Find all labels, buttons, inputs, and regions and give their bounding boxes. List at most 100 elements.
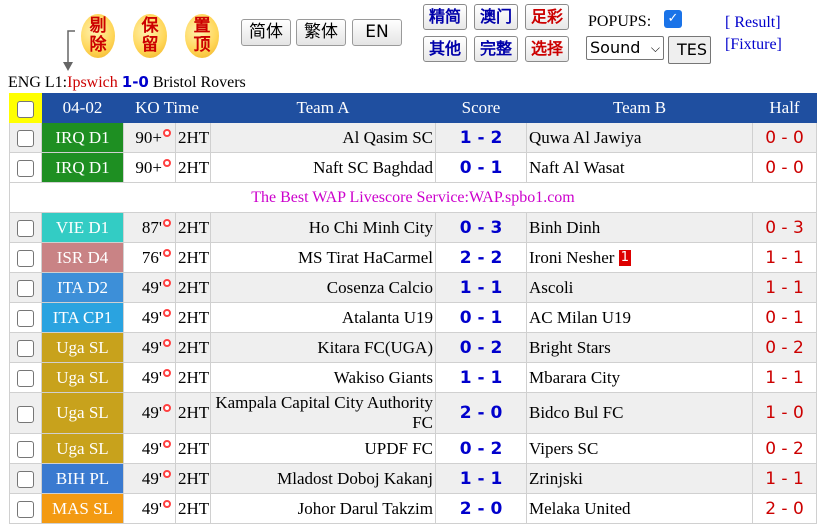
league-badge[interactable]: IRQ D1 [41,122,124,153]
select-all-checkbox[interactable] [17,100,34,118]
table-row[interactable]: IRQ D1 90+ 2HT Naft SC Baghdad 0 - 1 Naft Al … [9,152,817,183]
fixture-link[interactable]: [Fixture] [725,36,782,54]
filter-select-button[interactable]: 选择 [525,36,569,62]
match-minute: 49' [123,332,176,363]
test-button[interactable]: TES [668,36,711,64]
minute-value: 90+ [135,157,162,177]
table-row[interactable]: Uga SL 49' 2HT Kitara FC(UGA) 0 - 2 Bright St… [9,332,817,363]
table-row[interactable]: VIE D1 87' 2HT Ho Chi Minh City 0 - 3 Binh Di… [9,212,817,243]
match-score[interactable]: 0 - 2 [435,433,527,464]
match-score[interactable]: 2 - 0 [435,493,527,524]
table-row[interactable]: MAS SL 49' 2HT Johor Darul Takzim 2 - 0 Melak… [9,493,817,524]
team-b-name: Vipers SC [529,438,599,458]
match-score[interactable]: 0 - 1 [435,302,527,333]
league-badge[interactable]: ITA D2 [41,272,124,303]
row-select-cell[interactable] [9,212,42,243]
select-all-cell[interactable] [9,93,42,123]
row-select-cell[interactable] [9,242,42,273]
match-minute: 49' [123,493,176,524]
row-checkbox[interactable] [17,220,34,238]
league-badge[interactable]: ITA CP1 [41,302,124,333]
simplified-chinese-button[interactable]: 简体 [241,19,291,46]
league-badge[interactable]: Uga SL [41,433,124,464]
row-checkbox[interactable] [17,501,34,519]
team-b-name: Bidco Bul FC [529,403,624,422]
row-checkbox[interactable] [17,130,34,148]
popups-checkbox[interactable]: ✓ [664,10,682,28]
table-row[interactable]: BIH PL 49' 2HT Mladost Doboj Kakanj 1 - 1 Zri… [9,463,817,494]
row-select-cell[interactable] [9,493,42,524]
filter-full-button[interactable]: 完整 [474,36,518,62]
row-select-cell[interactable] [9,362,42,393]
row-select-cell[interactable] [9,332,42,363]
table-row[interactable]: ISR D4 76' 2HT MS Tirat HaCarmel 2 - 2 Ironi … [9,242,817,273]
league-badge[interactable]: ISR D4 [41,242,124,273]
table-header: 04-02 KO Time Team A Score Team B Half [9,93,817,123]
match-score[interactable]: 2 - 2 [435,242,527,273]
league-badge[interactable]: Uga SL [41,362,124,393]
traditional-chinese-button[interactable]: 繁体 [296,19,346,46]
league-badge[interactable]: IRQ D1 [41,152,124,183]
match-score[interactable]: 0 - 3 [435,212,527,243]
filter-lite-button[interactable]: 精简 [423,4,467,30]
filter-macau-button[interactable]: 澳门 [474,4,518,30]
row-checkbox[interactable] [17,405,34,423]
row-checkbox[interactable] [17,340,34,358]
match-score[interactable]: 0 - 2 [435,332,527,363]
table-row[interactable]: Uga SL 49' 2HT UPDF FC 0 - 2 Vipers SC 0 - 2 [9,433,817,464]
table-row[interactable]: Uga SL 49' 2HT Kampala Capital City Authori… [9,392,817,434]
row-select-cell[interactable] [9,463,42,494]
minute-value: 87' [141,217,162,237]
row-checkbox[interactable] [17,250,34,268]
pin-top-button[interactable]: 置顶 [185,14,219,58]
match-minute: 76' [123,242,176,273]
row-checkbox[interactable] [17,370,34,388]
match-minute: 49' [123,433,176,464]
row-checkbox[interactable] [17,310,34,328]
league-badge[interactable]: Uga SL [41,392,124,434]
ad-banner-text[interactable]: The Best WAP Livescore Service:WAP.spbo1… [9,182,817,213]
league-badge[interactable]: BIH PL [41,463,124,494]
result-link[interactable]: [ Result] [725,14,781,32]
filter-lottery-button[interactable]: 足彩 [525,4,569,30]
row-select-cell[interactable] [9,272,42,303]
row-select-cell[interactable] [9,122,42,153]
match-score[interactable]: 1 - 1 [435,362,527,393]
league-badge[interactable]: MAS SL [41,493,124,524]
row-checkbox[interactable] [17,441,34,459]
score-header: Score [435,93,527,123]
remove-button[interactable]: 剔除 [81,14,115,58]
arrow-down-icon [63,30,75,71]
team-b-name: Mbarara City [529,367,621,387]
table-row[interactable]: Uga SL 49' 2HT Wakiso Giants 1 - 1 Mbarara Ci… [9,362,817,393]
row-checkbox[interactable] [17,160,34,178]
table-row[interactable]: IRQ D1 90+ 2HT Al Qasim SC 1 - 2 Quwa Al Jawi… [9,122,817,153]
minute-value: 49' [141,337,162,357]
row-select-cell[interactable] [9,302,42,333]
row-select-cell[interactable] [9,433,42,464]
minute-value: 49' [141,367,162,387]
team-a: MS Tirat HaCarmel [210,242,436,273]
half-time-score: 1 - 0 [752,392,817,434]
row-select-cell[interactable] [9,152,42,183]
row-checkbox[interactable] [17,280,34,298]
match-score[interactable]: 0 - 1 [435,152,527,183]
row-select-cell[interactable] [9,392,42,434]
table-row[interactable]: ITA CP1 49' 2HT Atalanta U19 0 - 1 AC Milan U… [9,302,817,333]
match-score[interactable]: 1 - 2 [435,122,527,153]
team-b: Quwa Al Jawiya [526,122,753,153]
league-badge[interactable]: VIE D1 [41,212,124,243]
filter-other-button[interactable]: 其他 [423,36,467,62]
keep-button[interactable]: 保留 [133,14,167,58]
match-score[interactable]: 1 - 1 [435,272,527,303]
english-button[interactable]: EN [352,19,402,46]
goal-league: ENG L1: [8,74,68,91]
sound-select[interactable]: Sound ⌵ [586,36,664,60]
team-b-name: AC Milan U19 [529,307,631,327]
minute-value: 49' [141,498,162,518]
table-row[interactable]: ITA D2 49' 2HT Cosenza Calcio 1 - 1 Ascoli 1 -… [9,272,817,303]
league-badge[interactable]: Uga SL [41,332,124,363]
match-score[interactable]: 1 - 1 [435,463,527,494]
row-checkbox[interactable] [17,471,34,489]
match-score[interactable]: 2 - 0 [435,392,527,434]
